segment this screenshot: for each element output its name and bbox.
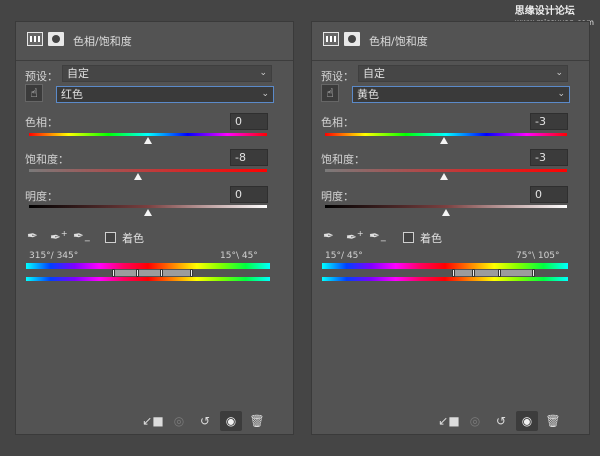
- clip-icon[interactable]: ↙■: [142, 411, 164, 431]
- preset-dropdown[interactable]: 自定 ⌄: [358, 65, 568, 82]
- clip-icon[interactable]: ↙■: [438, 411, 460, 431]
- hand-icon[interactable]: ☝: [321, 84, 339, 102]
- hand-icon[interactable]: ☝: [25, 84, 43, 102]
- view-previous-icon[interactable]: ◎: [168, 411, 190, 431]
- saturation-label: 饱和度：: [321, 153, 365, 166]
- saturation-slider[interactable]: [325, 169, 567, 172]
- eyedropper-icon[interactable]: ✒: [323, 229, 334, 244]
- trash-icon[interactable]: 🗑: [542, 411, 564, 431]
- channel-value: 黄色: [357, 88, 379, 101]
- range-selection: [452, 270, 532, 276]
- hue-slider[interactable]: [325, 133, 567, 136]
- hue-slider-handle[interactable]: [144, 137, 152, 144]
- range-end-handle[interactable]: [532, 269, 535, 277]
- chevron-down-icon: ⌄: [261, 89, 269, 99]
- preset-label: 预设：: [321, 70, 354, 83]
- eyedropper-plus-icon[interactable]: ✒+: [346, 229, 364, 245]
- mask-icon[interactable]: [344, 32, 360, 46]
- panel-header: 色相/饱和度: [312, 22, 589, 61]
- hue-label: 色相：: [25, 116, 58, 129]
- range-right-label: 15°\ 45°: [220, 251, 258, 261]
- panel-header: 色相/饱和度: [16, 22, 293, 61]
- adjustment-icon[interactable]: [27, 32, 43, 46]
- eyedropper-minus-icon[interactable]: ✒−: [369, 229, 387, 246]
- lightness-slider[interactable]: [29, 205, 267, 208]
- range-right-label: 75°\ 105°: [516, 251, 560, 261]
- eyedropper-plus-icon[interactable]: ✒+: [50, 229, 68, 245]
- colorize-label: 着色: [420, 232, 442, 245]
- eyedropper-icon[interactable]: ✒: [27, 229, 38, 244]
- view-previous-icon[interactable]: ◎: [464, 411, 486, 431]
- saturation-slider[interactable]: [29, 169, 267, 172]
- channel-dropdown[interactable]: 红色 ⌄: [56, 86, 274, 103]
- reset-icon[interactable]: ↺: [194, 411, 216, 431]
- panel-title: 色相/饱和度: [73, 35, 132, 48]
- trash-icon[interactable]: 🗑: [246, 411, 268, 431]
- mask-icon[interactable]: [48, 32, 64, 46]
- lightness-label: 明度：: [25, 190, 58, 203]
- eyedropper-minus-icon[interactable]: ✒−: [73, 229, 91, 246]
- result-color-bar: [26, 277, 270, 281]
- range-start-handle[interactable]: [112, 269, 115, 277]
- visibility-icon[interactable]: ◉: [516, 411, 538, 431]
- result-color-bar: [322, 277, 568, 281]
- chevron-down-icon: ⌄: [557, 89, 565, 99]
- adjustment-icon[interactable]: [323, 32, 339, 46]
- saturation-slider-handle[interactable]: [439, 173, 448, 180]
- properties-panel-left: 色相/饱和度 预设： 自定 ⌄ ☝ 红色 ⌄ 色相： 0 饱和度： -8 明度： 0…: [15, 21, 294, 435]
- range-left-label: 15°/ 45°: [325, 251, 363, 261]
- colorize-label: 着色: [122, 232, 144, 245]
- range-inner-start-handle[interactable]: [136, 269, 139, 277]
- range-inner-end-handle[interactable]: [160, 269, 163, 277]
- range-end-handle[interactable]: [190, 269, 193, 277]
- panel-title: 色相/饱和度: [369, 35, 428, 48]
- lightness-slider[interactable]: [325, 205, 567, 208]
- range-inner-start-handle[interactable]: [472, 269, 475, 277]
- chevron-down-icon: ⌄: [555, 68, 563, 78]
- range-inner-end-handle[interactable]: [498, 269, 501, 277]
- channel-value: 红色: [61, 88, 83, 101]
- hue-input[interactable]: -3: [530, 113, 568, 130]
- lightness-input[interactable]: 0: [530, 186, 568, 203]
- colorize-checkbox[interactable]: [403, 232, 414, 243]
- visibility-icon[interactable]: ◉: [220, 411, 242, 431]
- saturation-label: 饱和度：: [25, 153, 69, 166]
- range-slider[interactable]: [322, 269, 568, 277]
- range-slider[interactable]: [26, 269, 270, 277]
- lightness-slider-handle[interactable]: [442, 209, 450, 216]
- panel-footer: ↙■ ◎ ↺ ◉ 🗑: [16, 408, 293, 434]
- panel-footer: ↙■ ◎ ↺ ◉ 🗑: [312, 408, 589, 434]
- lightness-slider-handle[interactable]: [144, 209, 152, 216]
- preset-label: 预设：: [25, 70, 58, 83]
- lightness-label: 明度：: [321, 190, 354, 203]
- hue-slider[interactable]: [29, 133, 267, 136]
- hue-slider-handle[interactable]: [439, 137, 448, 144]
- preset-value: 自定: [67, 67, 89, 80]
- chevron-down-icon: ⌄: [259, 68, 267, 78]
- saturation-input[interactable]: -3: [530, 149, 568, 166]
- range-start-handle[interactable]: [452, 269, 455, 277]
- saturation-slider-handle[interactable]: [134, 173, 143, 180]
- reset-icon[interactable]: ↺: [490, 411, 512, 431]
- source-color-bar: [322, 263, 568, 269]
- preset-value: 自定: [363, 67, 385, 80]
- source-color-bar: [26, 263, 270, 269]
- range-selection: [112, 270, 192, 276]
- saturation-input[interactable]: -8: [230, 149, 268, 166]
- lightness-input[interactable]: 0: [230, 186, 268, 203]
- range-left-label: 315°/ 345°: [29, 251, 79, 261]
- properties-panel-right: 色相/饱和度 预设： 自定 ⌄ ☝ 黄色 ⌄ 色相： -3 饱和度： -3 明度： …: [311, 21, 590, 435]
- channel-dropdown[interactable]: 黄色 ⌄: [352, 86, 570, 103]
- preset-dropdown[interactable]: 自定 ⌄: [62, 65, 272, 82]
- hue-input[interactable]: 0: [230, 113, 268, 130]
- colorize-checkbox[interactable]: [105, 232, 116, 243]
- watermark-text: 思缘设计论坛: [514, 6, 575, 17]
- hue-label: 色相：: [321, 116, 354, 129]
